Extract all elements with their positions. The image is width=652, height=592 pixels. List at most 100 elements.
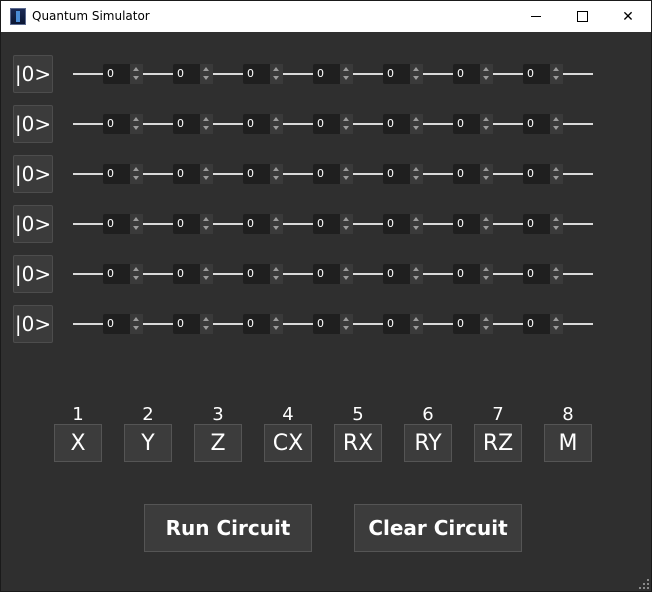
- spin-arrows[interactable]: [270, 164, 283, 184]
- gate-slot-spinbox[interactable]: 0: [383, 214, 423, 234]
- spin-up-icon[interactable]: [343, 267, 349, 271]
- spin-down-icon[interactable]: [343, 226, 349, 230]
- gate-slot-spinbox[interactable]: 0: [313, 264, 353, 284]
- gate-slot-spinbox[interactable]: 0: [523, 264, 563, 284]
- spin-down-icon[interactable]: [483, 326, 489, 330]
- maximize-button[interactable]: [559, 1, 605, 32]
- spin-up-icon[interactable]: [413, 267, 419, 271]
- spin-down-icon[interactable]: [553, 176, 559, 180]
- gate-slot-spinbox[interactable]: 0: [383, 64, 423, 84]
- spin-down-icon[interactable]: [343, 176, 349, 180]
- spin-up-icon[interactable]: [273, 117, 279, 121]
- spin-down-icon[interactable]: [483, 226, 489, 230]
- spin-down-icon[interactable]: [203, 226, 209, 230]
- spin-down-icon[interactable]: [553, 326, 559, 330]
- gate-slot-spinbox[interactable]: 0: [453, 114, 493, 134]
- spin-arrows[interactable]: [550, 214, 563, 234]
- qubit-init-button[interactable]: |0>: [13, 55, 53, 93]
- minimize-button[interactable]: [513, 1, 559, 32]
- spin-down-icon[interactable]: [413, 226, 419, 230]
- gate-slot-spinbox[interactable]: 0: [103, 314, 143, 334]
- spin-down-icon[interactable]: [133, 126, 139, 130]
- spin-up-icon[interactable]: [203, 117, 209, 121]
- gate-slot-spinbox[interactable]: 0: [453, 314, 493, 334]
- qubit-init-button[interactable]: |0>: [13, 205, 53, 243]
- spin-down-icon[interactable]: [203, 276, 209, 280]
- spin-down-icon[interactable]: [483, 76, 489, 80]
- gate-slot-spinbox[interactable]: 0: [523, 114, 563, 134]
- spin-up-icon[interactable]: [343, 167, 349, 171]
- spin-down-icon[interactable]: [413, 176, 419, 180]
- gate-slot-spinbox[interactable]: 0: [103, 164, 143, 184]
- gate-button[interactable]: Y: [124, 424, 172, 462]
- gate-slot-spinbox[interactable]: 0: [173, 64, 213, 84]
- spin-up-icon[interactable]: [553, 317, 559, 321]
- spin-arrows[interactable]: [340, 64, 353, 84]
- spin-down-icon[interactable]: [343, 276, 349, 280]
- spin-arrows[interactable]: [200, 164, 213, 184]
- spin-down-icon[interactable]: [343, 126, 349, 130]
- gate-slot-spinbox[interactable]: 0: [453, 164, 493, 184]
- gate-slot-spinbox[interactable]: 0: [243, 264, 283, 284]
- spin-arrows[interactable]: [480, 114, 493, 134]
- spin-down-icon[interactable]: [483, 176, 489, 180]
- gate-slot-spinbox[interactable]: 0: [173, 164, 213, 184]
- spin-down-icon[interactable]: [553, 126, 559, 130]
- qubit-init-button[interactable]: |0>: [13, 305, 53, 343]
- spin-up-icon[interactable]: [343, 67, 349, 71]
- gate-slot-spinbox[interactable]: 0: [523, 164, 563, 184]
- spin-down-icon[interactable]: [273, 226, 279, 230]
- spin-up-icon[interactable]: [343, 217, 349, 221]
- gate-slot-spinbox[interactable]: 0: [383, 164, 423, 184]
- spin-arrows[interactable]: [550, 264, 563, 284]
- spin-arrows[interactable]: [130, 64, 143, 84]
- spin-down-icon[interactable]: [133, 276, 139, 280]
- spin-arrows[interactable]: [550, 114, 563, 134]
- spin-up-icon[interactable]: [273, 217, 279, 221]
- spin-up-icon[interactable]: [553, 117, 559, 121]
- qubit-init-button[interactable]: |0>: [13, 155, 53, 193]
- spin-down-icon[interactable]: [483, 276, 489, 280]
- spin-arrows[interactable]: [270, 64, 283, 84]
- spin-up-icon[interactable]: [413, 217, 419, 221]
- spin-up-icon[interactable]: [133, 167, 139, 171]
- spin-arrows[interactable]: [200, 114, 213, 134]
- gate-button[interactable]: RX: [334, 424, 382, 462]
- gate-slot-spinbox[interactable]: 0: [243, 164, 283, 184]
- spin-arrows[interactable]: [270, 264, 283, 284]
- gate-slot-spinbox[interactable]: 0: [453, 64, 493, 84]
- spin-up-icon[interactable]: [203, 167, 209, 171]
- spin-arrows[interactable]: [340, 114, 353, 134]
- run-circuit-button[interactable]: Run Circuit: [144, 504, 312, 552]
- spin-arrows[interactable]: [340, 164, 353, 184]
- spin-down-icon[interactable]: [413, 126, 419, 130]
- spin-arrows[interactable]: [550, 164, 563, 184]
- spin-up-icon[interactable]: [273, 67, 279, 71]
- spin-up-icon[interactable]: [133, 317, 139, 321]
- qubit-init-button[interactable]: |0>: [13, 105, 53, 143]
- spin-down-icon[interactable]: [133, 226, 139, 230]
- spin-up-icon[interactable]: [553, 217, 559, 221]
- spin-up-icon[interactable]: [413, 117, 419, 121]
- spin-up-icon[interactable]: [133, 67, 139, 71]
- spin-arrows[interactable]: [270, 214, 283, 234]
- spin-up-icon[interactable]: [133, 267, 139, 271]
- spin-up-icon[interactable]: [553, 167, 559, 171]
- spin-arrows[interactable]: [550, 314, 563, 334]
- spin-arrows[interactable]: [200, 314, 213, 334]
- spin-down-icon[interactable]: [553, 76, 559, 80]
- spin-up-icon[interactable]: [553, 67, 559, 71]
- gate-button[interactable]: M: [544, 424, 592, 462]
- spin-down-icon[interactable]: [133, 176, 139, 180]
- spin-up-icon[interactable]: [133, 217, 139, 221]
- spin-arrows[interactable]: [130, 314, 143, 334]
- spin-arrows[interactable]: [270, 114, 283, 134]
- spin-arrows[interactable]: [130, 114, 143, 134]
- gate-slot-spinbox[interactable]: 0: [243, 214, 283, 234]
- spin-up-icon[interactable]: [483, 67, 489, 71]
- spin-up-icon[interactable]: [553, 267, 559, 271]
- spin-down-icon[interactable]: [273, 276, 279, 280]
- spin-arrows[interactable]: [410, 264, 423, 284]
- gate-slot-spinbox[interactable]: 0: [173, 214, 213, 234]
- spin-up-icon[interactable]: [273, 267, 279, 271]
